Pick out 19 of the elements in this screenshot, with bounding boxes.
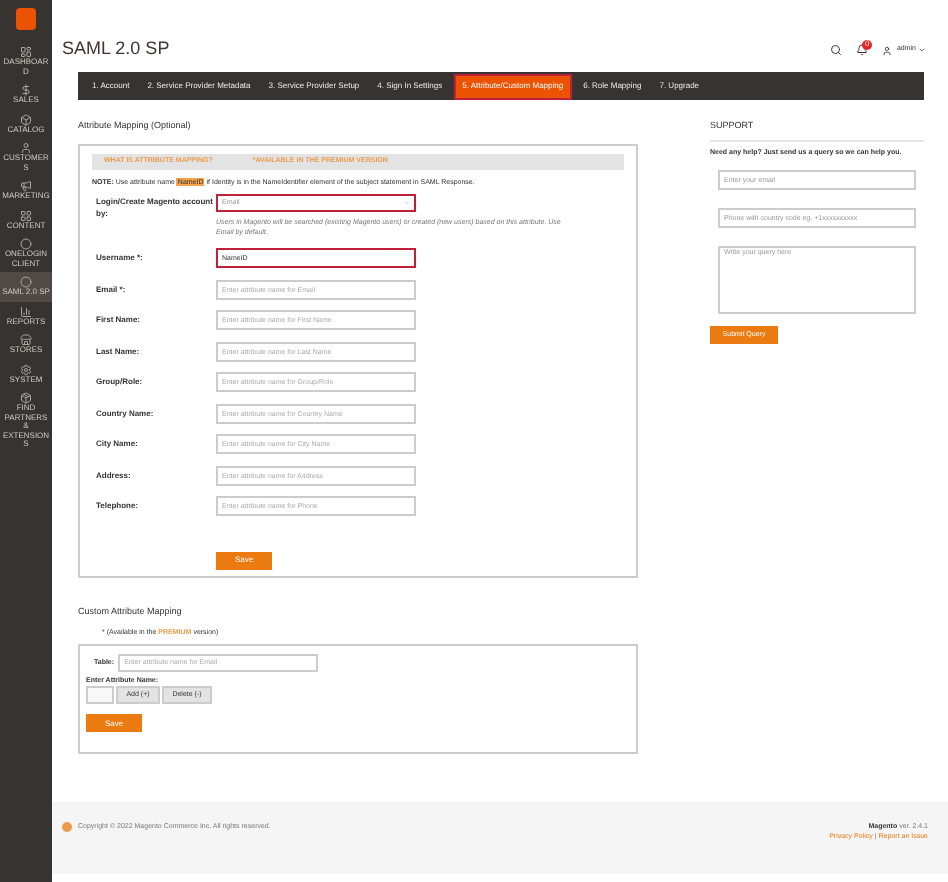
sidebar-icon xyxy=(20,238,32,250)
sidebar-icon xyxy=(20,46,32,58)
search-icon[interactable] xyxy=(830,44,843,56)
logo-icon xyxy=(16,8,36,30)
page-title: SAML 2.0 SP xyxy=(62,36,170,63)
sidebar-icon xyxy=(20,334,32,346)
input-field[interactable] xyxy=(86,686,114,704)
sidebar-icon xyxy=(20,209,32,221)
sidebar-icon xyxy=(20,276,32,288)
sidebar-icon xyxy=(20,363,32,375)
sidebar-icon xyxy=(20,180,32,192)
sidebar-icon xyxy=(20,113,32,125)
user-icon[interactable] xyxy=(882,45,893,55)
sidebar-icon xyxy=(20,392,32,404)
magento-logo-icon xyxy=(62,822,72,832)
sidebar-icon xyxy=(20,84,32,96)
bell-icon[interactable] xyxy=(856,44,869,56)
sidebar-icon xyxy=(20,142,32,154)
sidebar-icon xyxy=(20,305,32,317)
